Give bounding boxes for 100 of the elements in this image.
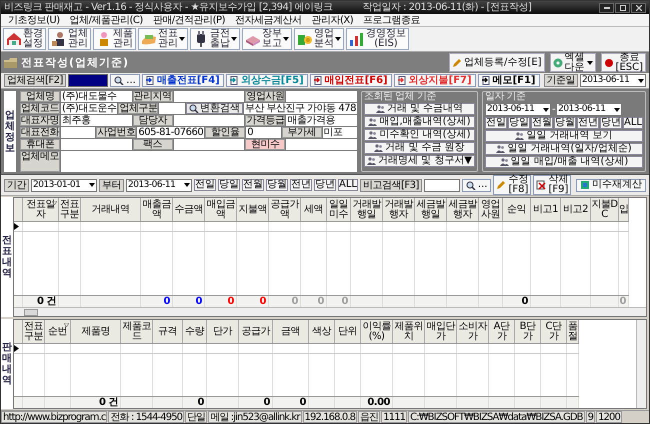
- edit-button[interactable]: 수정 [F8]: [493, 175, 532, 195]
- column-header[interactable]: 비고2: [561, 198, 591, 221]
- input-field[interactable]: [61, 139, 132, 150]
- column-header[interactable]: 매입단가: [425, 320, 457, 343]
- menu-item[interactable]: 관리자(X): [306, 14, 358, 26]
- column-header[interactable]: A단가: [489, 320, 515, 343]
- quick-date-button[interactable]: 당년: [314, 179, 336, 191]
- column-header[interactable]: 전표구분: [59, 198, 81, 221]
- delete-button[interactable]: 삭제 [F9]: [533, 175, 572, 195]
- toolbar-button[interactable]: 환경 설정: [3, 28, 46, 50]
- toolbar-button[interactable]: 경영정보 (EIS): [346, 28, 409, 50]
- column-header[interactable]: 색상: [309, 320, 335, 343]
- column-header[interactable]: 입: [619, 198, 629, 221]
- toolbar-button[interactable]: 금전 출납: [190, 28, 240, 50]
- column-header[interactable]: 세금발행일: [415, 198, 447, 221]
- column-header[interactable]: 거래발행일: [351, 198, 383, 221]
- input-field[interactable]: [61, 127, 96, 138]
- toolbar-button[interactable]: 업체 관리: [48, 28, 91, 50]
- input-field[interactable]: 매출가격용: [286, 115, 357, 126]
- menu-item[interactable]: 업체/제품관리(C): [64, 14, 148, 26]
- header-button[interactable]: 업체등록/수정[E]: [449, 53, 545, 72]
- column-header[interactable]: 규격: [153, 320, 183, 343]
- column-header[interactable]: 단가: [207, 320, 239, 343]
- header-button[interactable]: 엑셀 다운: [550, 53, 596, 72]
- column-header[interactable]: 거래내역: [81, 198, 141, 221]
- quick-date-button[interactable]: 전일: [194, 179, 216, 191]
- report-button[interactable]: 거래 및 수금 원장: [364, 142, 476, 154]
- search-field[interactable]: [68, 74, 108, 87]
- quick-date-button[interactable]: 당일: [508, 117, 530, 129]
- menu-item[interactable]: 판매/견적관리(P): [148, 14, 230, 26]
- column-header[interactable]: C단가: [541, 320, 567, 343]
- column-header[interactable]: 수금액: [173, 198, 205, 221]
- column-header[interactable]: 세액: [301, 198, 327, 221]
- input-field[interactable]: (주)대도운수: [61, 103, 118, 114]
- menu-item[interactable]: 전자세금계산서: [230, 14, 306, 26]
- column-header[interactable]: 순익: [503, 198, 531, 221]
- quick-date-button[interactable]: 전일: [485, 117, 508, 129]
- column-header[interactable]: 소비자가: [457, 320, 489, 343]
- input-field[interactable]: 0: [246, 127, 281, 138]
- date-field[interactable]: 2013-01-01: [31, 178, 97, 192]
- column-header[interactable]: 제품위치: [393, 320, 425, 343]
- column-header[interactable]: 공급가: [239, 320, 273, 343]
- toolbar-button[interactable]: 영업 분석: [294, 28, 344, 50]
- quick-date-button[interactable]: 전월: [242, 179, 264, 191]
- report-button[interactable]: 거래 및 수금내역: [364, 103, 476, 115]
- action-button[interactable]: 메모[F1]: [478, 74, 540, 87]
- action-button[interactable]: 매입전표[F6]: [310, 74, 392, 87]
- vertical-scrollbar[interactable]: [636, 320, 646, 408]
- action-button[interactable]: 외상지불[F7]: [394, 74, 476, 87]
- toolbar-button[interactable]: 제품 관리: [93, 28, 136, 50]
- column-header[interactable]: 매입금액: [205, 198, 237, 221]
- quick-date-button[interactable]: 당월: [266, 179, 288, 191]
- column-header[interactable]: 단위: [335, 320, 361, 343]
- input-field[interactable]: [61, 151, 357, 172]
- date-field[interactable]: 2013-06-11: [580, 74, 646, 87]
- input-field[interactable]: [174, 139, 244, 150]
- column-header[interactable]: 지불액: [237, 198, 269, 221]
- column-header[interactable]: 제품코드: [121, 320, 153, 343]
- column-header[interactable]: 일일미수: [327, 198, 351, 221]
- action-button[interactable]: 매출전표[F4]: [142, 74, 224, 87]
- column-header[interactable]: 순번: [45, 320, 71, 343]
- minimize-button[interactable]: [599, 2, 614, 12]
- column-header[interactable]: 지불DC: [591, 198, 619, 221]
- input-field[interactable]: (주)대도물수: [61, 91, 132, 102]
- input-field[interactable]: 미포: [322, 127, 357, 138]
- quick-date-button[interactable]: ALL: [623, 117, 643, 129]
- quick-date-button[interactable]: 전월: [531, 117, 554, 129]
- quick-date-button[interactable]: 당월: [554, 117, 576, 129]
- column-header[interactable]: B단가: [515, 320, 541, 343]
- column-header[interactable]: 영업사원: [479, 198, 503, 221]
- report-button[interactable]: 거래명세 및 청구서▼: [364, 155, 476, 167]
- toolbar-button[interactable]: 장부 보고: [242, 28, 292, 50]
- column-header[interactable]: 이익률(%): [361, 320, 393, 343]
- browse-button[interactable]: ...: [462, 178, 492, 192]
- quick-date-button[interactable]: ALL: [338, 179, 358, 191]
- header-button[interactable]: 종료 [ESC]: [600, 53, 646, 72]
- column-header[interactable]: 전표구분: [23, 320, 45, 343]
- input-field[interactable]: [159, 103, 185, 114]
- report-button[interactable]: 일일 거래내역(일자/업체순): [485, 143, 643, 155]
- menu-item[interactable]: 기초정보(U): [3, 14, 65, 26]
- input-field[interactable]: [286, 139, 357, 150]
- horizontal-scrollbar[interactable]: [14, 307, 646, 316]
- action-button[interactable]: 외상수금[F5]: [226, 74, 308, 87]
- quick-date-button[interactable]: 전년: [290, 179, 312, 191]
- close-button[interactable]: [631, 2, 646, 12]
- quick-date-button[interactable]: 당년: [600, 117, 622, 129]
- input-field[interactable]: 부산 부산진구 가야동 478: [244, 103, 357, 114]
- note-search-field[interactable]: [424, 178, 460, 192]
- column-header[interactable]: 전표일자: [23, 198, 59, 221]
- search-button[interactable]: 변환검색: [186, 103, 243, 114]
- input-field[interactable]: [174, 91, 244, 102]
- column-header[interactable]: 세금발행자: [447, 198, 479, 221]
- maximize-button[interactable]: [615, 2, 630, 12]
- date-field[interactable]: 2013-06-11: [556, 103, 622, 116]
- column-header[interactable]: 매출금액: [141, 198, 173, 221]
- report-button[interactable]: 매입,매출내역(상세): [364, 116, 476, 128]
- toolbar-button[interactable]: 전표 관리: [138, 28, 188, 50]
- menu-item[interactable]: 프로그램종료: [358, 14, 426, 26]
- input-field[interactable]: [286, 91, 357, 102]
- scrollbar-thumb[interactable]: [24, 308, 38, 316]
